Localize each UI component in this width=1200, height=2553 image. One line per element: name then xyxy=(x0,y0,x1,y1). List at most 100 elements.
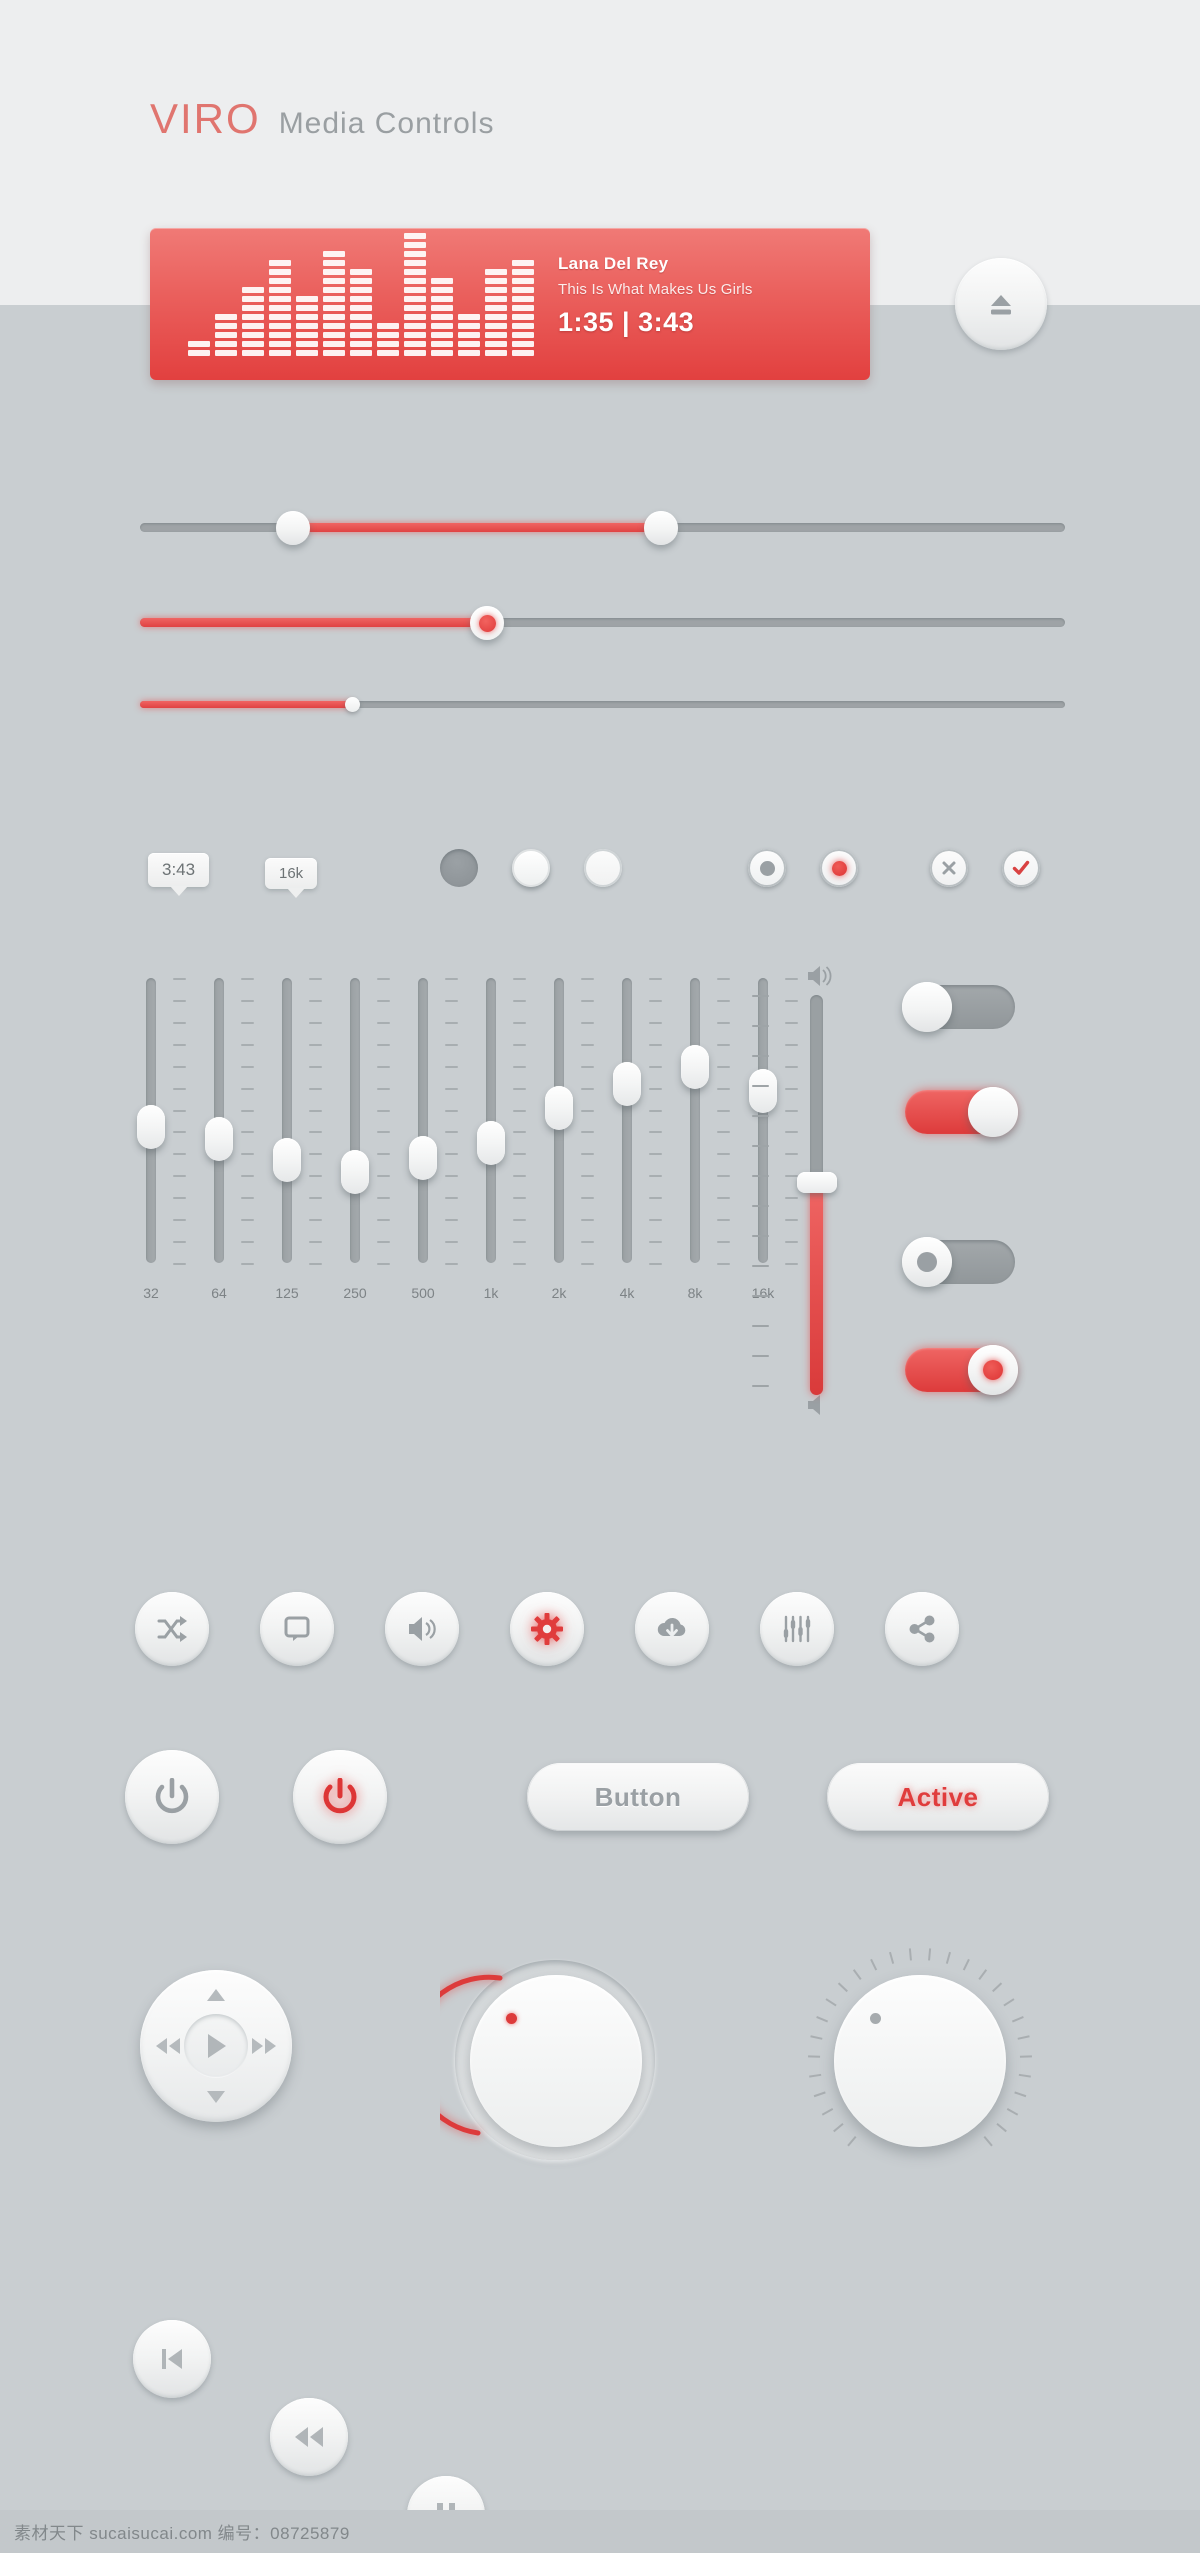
equalizer-tick xyxy=(445,1241,458,1243)
equalizer-tick xyxy=(309,1131,322,1133)
equalizer-knob[interactable] xyxy=(205,1117,233,1161)
play-button-center[interactable] xyxy=(184,2014,248,2078)
repeat-button[interactable] xyxy=(260,1592,334,1666)
range-slider[interactable] xyxy=(140,511,1065,545)
equalizer-tick xyxy=(309,1219,322,1221)
equalizer-knob[interactable] xyxy=(681,1045,709,1089)
toggle-off-plain[interactable] xyxy=(902,982,1015,1032)
toggle-thumb[interactable] xyxy=(902,982,952,1032)
knob-body[interactable] xyxy=(470,1975,642,2147)
thin-slider[interactable] xyxy=(140,690,1065,718)
equalizer-knob[interactable] xyxy=(749,1069,777,1113)
default-button[interactable]: Button xyxy=(527,1763,749,1831)
shuffle-button[interactable] xyxy=(135,1592,209,1666)
settings-button[interactable] xyxy=(510,1592,584,1666)
eject-button[interactable] xyxy=(955,258,1047,350)
up-arrow-icon[interactable] xyxy=(205,1987,227,2003)
down-arrow-icon[interactable] xyxy=(205,2089,227,2105)
share-button[interactable] xyxy=(885,1592,959,1666)
player-panel[interactable]: Lana Del Rey This Is What Makes Us Girls… xyxy=(150,228,870,380)
visualizer-cell xyxy=(242,341,264,347)
equalizer-button[interactable] xyxy=(760,1592,834,1666)
slider-fill xyxy=(290,523,660,532)
fast-forward-icon[interactable] xyxy=(250,2036,278,2056)
equalizer-track[interactable] xyxy=(622,978,632,1263)
equalizer-track[interactable] xyxy=(418,978,428,1263)
rewind-button[interactable] xyxy=(270,2398,348,2476)
slider-knob-start[interactable] xyxy=(276,511,310,545)
equalizer-knob[interactable] xyxy=(545,1086,573,1130)
visualizer-cell xyxy=(512,341,534,347)
toggle-off-dot[interactable] xyxy=(902,1237,1015,1287)
equalizer-tick-column xyxy=(445,978,459,1265)
volume-tick xyxy=(752,1355,769,1357)
equalizer-tick xyxy=(377,1153,390,1155)
close-button[interactable] xyxy=(930,849,968,887)
equalizer-knob[interactable] xyxy=(273,1138,301,1182)
toggle-thumb[interactable] xyxy=(968,1087,1018,1137)
footer-text: 素材天下 sucaisucai.com 编号：08725879 xyxy=(14,2524,350,2543)
equalizer-tick xyxy=(649,1000,662,1002)
equalizer-track[interactable] xyxy=(350,978,360,1263)
indicator-pressed[interactable] xyxy=(440,849,478,887)
power-button-off[interactable] xyxy=(125,1750,219,1844)
equalizer-tick xyxy=(717,1066,730,1068)
equalizer-tick xyxy=(241,978,254,980)
directional-pad[interactable] xyxy=(140,1970,292,2122)
equalizer-track[interactable] xyxy=(690,978,700,1263)
rewind-icon[interactable] xyxy=(154,2036,182,2056)
equalizer-knob[interactable] xyxy=(477,1121,505,1165)
knob-body[interactable] xyxy=(834,1975,1006,2147)
radio-off[interactable] xyxy=(748,849,786,887)
confirm-button[interactable] xyxy=(1002,849,1040,887)
indicator-flat[interactable] xyxy=(584,849,622,887)
power-button-on[interactable] xyxy=(293,1750,387,1844)
visualizer-cell xyxy=(431,278,453,284)
download-button[interactable] xyxy=(635,1592,709,1666)
equalizer-tick xyxy=(377,1110,390,1112)
skip-back-icon xyxy=(162,2349,182,2369)
visualizer-cell xyxy=(485,350,507,356)
equalizer-knob[interactable] xyxy=(409,1136,437,1180)
knob-tick xyxy=(833,2123,844,2133)
knob-tick xyxy=(978,1969,988,1980)
media-controls-ui-kit: VIRO Media Controls Lana Del Rey This Is… xyxy=(0,0,1200,2553)
footer-watermark: 素材天下 sucaisucai.com 编号：08725879 xyxy=(0,2510,1200,2553)
equalizer-tick xyxy=(717,1088,730,1090)
toggle-on-plain[interactable] xyxy=(905,1087,1018,1137)
play-icon xyxy=(208,2034,226,2058)
equalizer-knob[interactable] xyxy=(341,1150,369,1194)
toggle-thumb[interactable] xyxy=(968,1345,1018,1395)
visualizer-cell xyxy=(404,296,426,302)
equalizer-tick xyxy=(581,978,594,980)
toggle-thumb[interactable] xyxy=(902,1237,952,1287)
visualizer-cell xyxy=(431,341,453,347)
equalizer-tick xyxy=(513,1000,526,1002)
equalizer-tick xyxy=(649,1175,662,1177)
power-icon xyxy=(155,1778,189,1814)
equalizer-knob[interactable] xyxy=(613,1062,641,1106)
equalizer-track[interactable] xyxy=(758,978,768,1263)
progress-slider[interactable] xyxy=(140,606,1065,640)
toggle-on-dot[interactable] xyxy=(905,1345,1018,1395)
visualizer-cell xyxy=(323,296,345,302)
visualizer-cell xyxy=(512,287,534,293)
equalizer-tick xyxy=(717,1000,730,1002)
equalizer-knob[interactable] xyxy=(137,1105,165,1149)
slider-knob[interactable] xyxy=(470,606,504,640)
indicator-raised[interactable] xyxy=(512,849,550,887)
volume-button[interactable] xyxy=(385,1592,459,1666)
equalizer-tick xyxy=(649,1219,662,1221)
knob-tick xyxy=(870,1958,878,1971)
volume-knob[interactable] xyxy=(797,1172,837,1193)
equalizer-tick xyxy=(309,1000,322,1002)
slider-knob[interactable] xyxy=(345,697,360,712)
active-button[interactable]: Active xyxy=(827,1763,1049,1831)
equalizer-tick-column xyxy=(717,978,731,1265)
equalizer-tick xyxy=(445,1197,458,1199)
equalizer-track[interactable] xyxy=(282,978,292,1263)
previous-track-button[interactable] xyxy=(133,2320,211,2398)
slider-knob-end[interactable] xyxy=(644,511,678,545)
radio-on[interactable] xyxy=(820,849,858,887)
equalizer-band-label: 4k xyxy=(619,1285,635,1301)
